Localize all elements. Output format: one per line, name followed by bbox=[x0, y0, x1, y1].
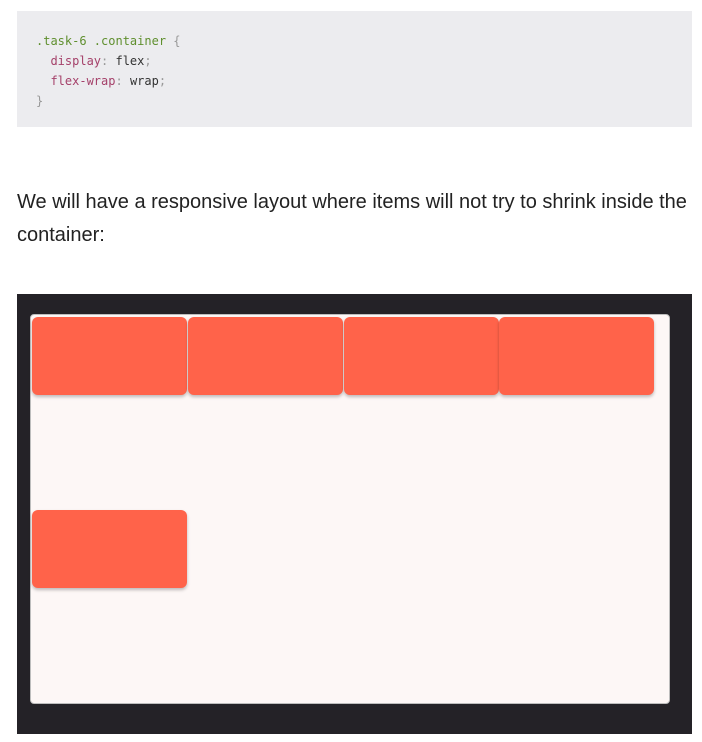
flex-item-2 bbox=[188, 317, 343, 395]
css-selector: .task-6 .container bbox=[36, 34, 167, 48]
flex-container bbox=[30, 314, 670, 704]
description-paragraph: We will have a responsive layout where i… bbox=[17, 191, 687, 246]
code-block: .task-6 .container { display: flex; flex… bbox=[17, 11, 692, 127]
css-property: display bbox=[50, 54, 102, 68]
flex-item-1 bbox=[32, 317, 187, 395]
flex-item-3 bbox=[344, 317, 499, 395]
css-value: flex bbox=[115, 54, 145, 68]
css-value: wrap bbox=[129, 74, 159, 88]
close-brace: } bbox=[36, 94, 44, 108]
flex-item-5 bbox=[32, 510, 187, 588]
flex-item-4 bbox=[499, 317, 654, 395]
code-line-display: display: flex; bbox=[36, 51, 692, 71]
colon: : bbox=[101, 54, 116, 68]
css-property: flex-wrap bbox=[50, 74, 116, 88]
semicolon: ; bbox=[144, 54, 152, 68]
demo-frame bbox=[17, 294, 692, 734]
code-line-close: } bbox=[36, 91, 692, 111]
open-brace: { bbox=[166, 34, 181, 48]
code-line-selector: .task-6 .container { bbox=[36, 31, 692, 51]
semicolon: ; bbox=[158, 74, 167, 88]
code-line-flex-wrap: flex-wrap: wrap; bbox=[36, 71, 692, 91]
colon: : bbox=[115, 74, 130, 88]
